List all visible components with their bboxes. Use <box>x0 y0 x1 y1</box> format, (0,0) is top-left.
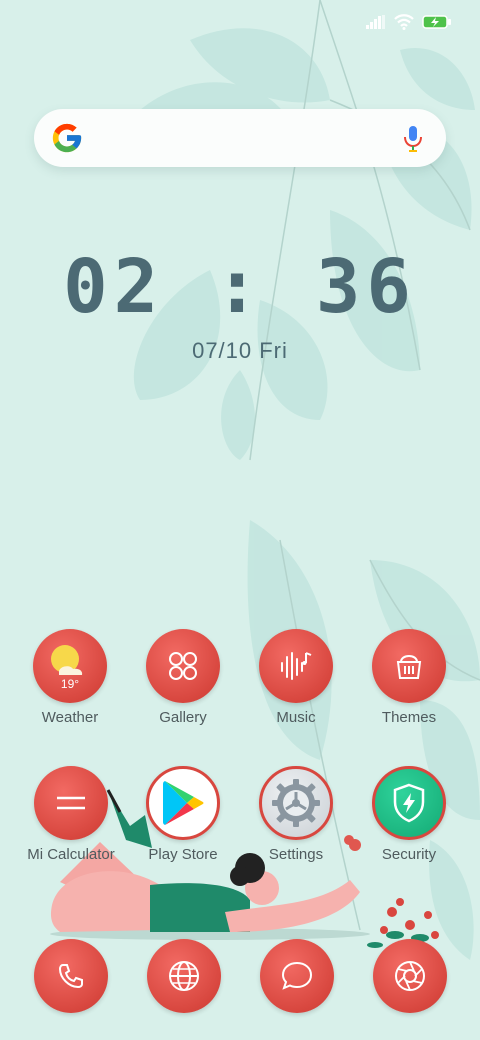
app-music[interactable]: Music <box>241 629 351 726</box>
wifi-icon <box>394 14 414 30</box>
app-label: Security <box>381 846 437 863</box>
app-themes[interactable]: Themes <box>354 629 464 726</box>
app-label: Gallery <box>159 709 207 726</box>
app-security[interactable]: Security <box>354 766 464 863</box>
app-settings[interactable]: Settings <box>241 766 351 863</box>
equals-icon <box>57 796 85 810</box>
google-g-icon <box>52 123 82 153</box>
dock-camera[interactable] <box>373 939 447 1013</box>
status-bar <box>366 12 452 32</box>
clock-widget-time[interactable]: 02 : 36 <box>0 242 480 332</box>
app-label: Music <box>276 709 316 726</box>
play-store-icon <box>163 781 204 825</box>
app-label: Mi Calculator <box>27 846 115 863</box>
gear-icon <box>272 779 320 827</box>
gallery-grid-icon <box>169 652 197 680</box>
app-gallery[interactable]: Gallery <box>128 629 238 726</box>
app-label: Play Store <box>148 846 218 863</box>
google-search-bar[interactable] <box>34 109 446 167</box>
dock-browser[interactable] <box>147 939 221 1013</box>
app-label: Themes <box>381 709 437 726</box>
app-mi-calculator[interactable]: Mi Calculator <box>16 766 126 863</box>
camera-aperture-icon <box>395 961 425 991</box>
phone-icon <box>58 964 83 989</box>
weather-temperature: 19° <box>60 677 80 691</box>
sound-wave-icon <box>281 652 312 680</box>
message-bubble-icon <box>281 961 313 990</box>
weather-app-icon: 19° <box>33 629 107 703</box>
app-label: Settings <box>268 846 324 863</box>
clock-widget-date: 07/10 Fri <box>192 338 288 363</box>
signal-icon <box>366 15 385 29</box>
microphone-icon[interactable] <box>398 123 428 153</box>
app-play-store[interactable]: Play Store <box>128 766 238 863</box>
paint-bucket-icon <box>396 655 422 679</box>
dock-phone[interactable] <box>34 939 108 1013</box>
app-label: Weather <box>41 709 99 726</box>
dock-messages[interactable] <box>260 939 334 1013</box>
battery-charging-icon <box>422 15 451 29</box>
shield-bolt-icon <box>393 783 425 823</box>
browser-globe-icon <box>169 961 199 991</box>
app-weather[interactable]: 19° Weather <box>15 629 125 726</box>
